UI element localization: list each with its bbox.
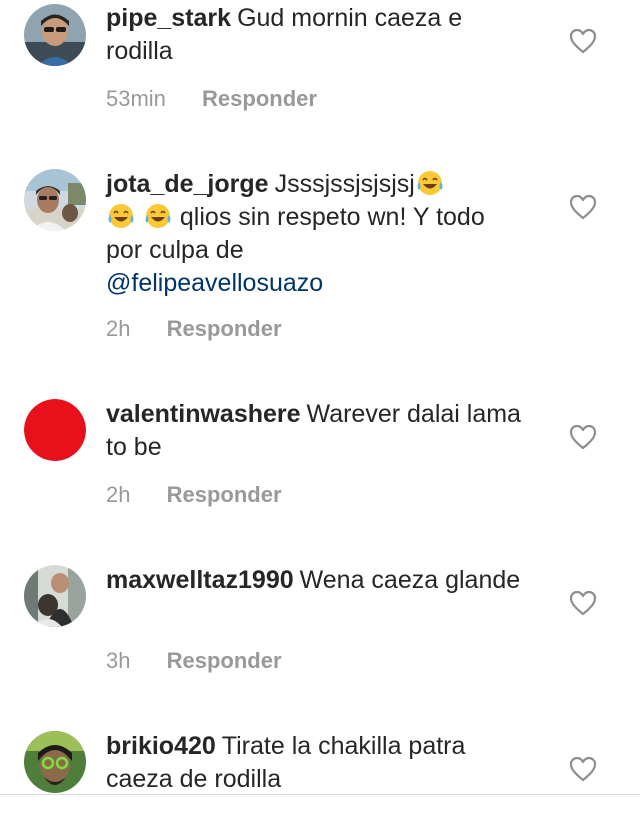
- divider: [0, 794, 640, 795]
- comment-time: 2h: [106, 482, 131, 507]
- like-heart-icon[interactable]: [569, 756, 597, 782]
- reply-button[interactable]: Responder: [167, 482, 282, 507]
- laughing-tears-emoji-icon: [417, 171, 443, 195]
- like-heart-icon[interactable]: [569, 194, 597, 220]
- comment-body: Jsssjssjsjsjsj: [274, 170, 415, 198]
- like-heart-icon[interactable]: [569, 424, 597, 450]
- comment-text: brikio420 Tirate la chakilla patra caeza …: [106, 730, 526, 796]
- avatar[interactable]: [24, 731, 86, 793]
- laughing-tears-emoji-icon: [145, 204, 171, 228]
- comment-body: Wena caeza glande: [299, 566, 521, 594]
- comment-username[interactable]: pipe_stark: [106, 4, 231, 32]
- comment-text: maxwelltaz1990 Wena caeza glande: [106, 564, 526, 597]
- comment-username[interactable]: maxwelltaz1990: [106, 566, 294, 594]
- like-heart-icon[interactable]: [569, 590, 597, 616]
- comment-username[interactable]: brikio420: [106, 732, 216, 760]
- reply-button[interactable]: Responder: [202, 86, 317, 111]
- comment-meta: 2h Responder: [106, 316, 282, 342]
- avatar[interactable]: [24, 169, 86, 231]
- avatar[interactable]: [24, 4, 86, 66]
- reply-button[interactable]: Responder: [167, 316, 282, 341]
- comment-time: 3h: [106, 648, 131, 673]
- comment-username[interactable]: jota_de_jorge: [106, 170, 269, 198]
- laughing-tears-emoji-icon: [108, 204, 134, 228]
- comment-meta: 53min Responder: [106, 86, 317, 112]
- comment-username[interactable]: valentinwashere: [106, 400, 301, 428]
- comment-text: jota_de_jorge Jsssjssjsjsjsj qlios sin re…: [106, 168, 526, 300]
- comment-text: pipe_stark Gud mornin caeza e rodilla: [106, 2, 526, 68]
- comment-meta: 2h Responder: [106, 482, 282, 508]
- reply-button[interactable]: Responder: [167, 648, 282, 673]
- comment-meta: 3h Responder: [106, 648, 282, 674]
- comment-time: 2h: [106, 316, 131, 341]
- avatar[interactable]: [24, 399, 86, 461]
- like-heart-icon[interactable]: [569, 28, 597, 54]
- comment-time: 53min: [106, 86, 166, 111]
- avatar[interactable]: [24, 565, 86, 627]
- mention-link[interactable]: @felipeavellosuazo: [106, 269, 323, 297]
- comment-text: valentinwashere Warever dalai lama to be: [106, 398, 526, 464]
